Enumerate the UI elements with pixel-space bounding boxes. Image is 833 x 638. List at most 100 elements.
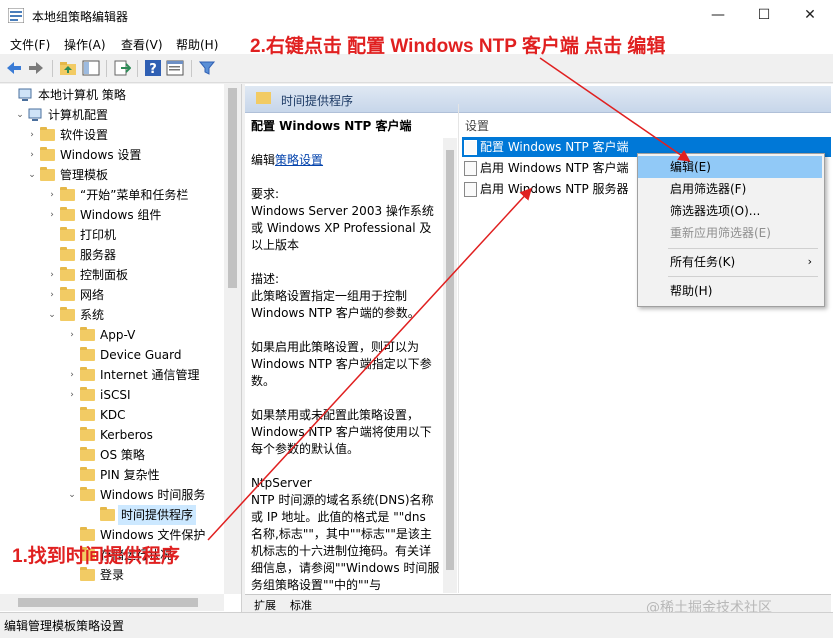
chevron-down-icon[interactable]: ⌄ — [46, 305, 58, 325]
menu-action[interactable]: 操作(A) — [64, 36, 106, 53]
chevron-right-icon[interactable]: › — [66, 325, 78, 345]
description-ntpserver: NtpServer NTP 时间源的域名系统(DNS)名称或 IP 地址。此值的… — [251, 476, 440, 592]
help-icon[interactable]: ? — [144, 59, 162, 77]
description-enabled: 如果启用此策略设置，则可以为 Windows NTP 客户端指定以下参数。 — [251, 340, 432, 388]
status-text: 编辑管理模板策略设置 — [4, 619, 125, 633]
folder-icon — [80, 387, 95, 401]
context-menu-separator — [668, 248, 818, 249]
details-header-title: 时间提供程序 — [281, 94, 354, 108]
folder-icon — [60, 287, 75, 301]
annotation-step-1: 1.找到时间提供程序 — [12, 546, 180, 567]
tree-node-label: 软件设置 — [60, 128, 109, 142]
chevron-right-icon[interactable]: › — [46, 205, 58, 225]
folder-icon — [80, 327, 95, 341]
tab-standard[interactable]: 标准 — [290, 597, 312, 613]
tree-node-label: Windows 时间服务 — [100, 488, 206, 502]
context-menu-help[interactable]: 帮助(H) — [638, 280, 822, 302]
folder-icon — [80, 407, 95, 421]
folder-icon — [80, 527, 95, 541]
description-scroll-thumb[interactable] — [446, 150, 454, 570]
folder-icon — [60, 247, 75, 261]
close-button[interactable]: ✕ — [787, 0, 833, 31]
minimize-button[interactable]: — — [695, 0, 741, 31]
context-menu-label: 帮助(H) — [670, 284, 713, 298]
edit-policy-line: 编辑策略设置 — [251, 152, 441, 169]
folder-icon — [60, 207, 75, 221]
context-menu-label: 编辑(E) — [670, 160, 711, 174]
tree-node-label: Internet 通信管理 — [100, 368, 200, 382]
edit-policy-link[interactable]: 策略设置 — [275, 153, 323, 167]
forward-icon[interactable] — [27, 59, 45, 77]
chevron-right-icon[interactable]: › — [66, 385, 78, 405]
toolbar-separator — [106, 60, 107, 77]
setting-label: 启用 Windows NTP 服务器 — [480, 182, 629, 196]
chevron-right-icon[interactable]: › — [46, 285, 58, 305]
folder-icon — [80, 447, 95, 461]
toolbar-separator — [52, 60, 53, 77]
description-disabled: 如果禁用或未配置此策略设置，Windows NTP 客户端将使用以下每个参数的默… — [251, 408, 432, 456]
setting-label: 配置 Windows NTP 客户端 — [480, 140, 629, 154]
annotation-step-2: 2.右键点击 配置 Windows NTP 客户端 点击 编辑 — [250, 36, 666, 57]
context-menu-label: 启用筛选器(F) — [670, 182, 747, 196]
chevron-right-icon[interactable]: › — [66, 365, 78, 385]
folder-icon — [80, 467, 95, 481]
context-menu-edit[interactable]: 编辑(E) — [638, 156, 822, 178]
up-folder-icon[interactable] — [59, 59, 77, 77]
tree-node-label: 时间提供程序 — [118, 505, 197, 525]
maximize-button[interactable]: ☐ — [741, 0, 787, 31]
tree-node-label: 系统 — [80, 308, 105, 322]
menu-help[interactable]: 帮助(H) — [176, 36, 218, 53]
folder-icon — [60, 267, 75, 281]
menu-file[interactable]: 文件(F) — [10, 36, 50, 53]
chevron-down-icon[interactable]: ⌄ — [14, 105, 26, 125]
menu-view[interactable]: 查看(V) — [121, 36, 163, 53]
tree-node-label: “开始”菜单和任务栏 — [80, 188, 189, 202]
computer-icon — [18, 88, 32, 101]
filter-icon[interactable] — [198, 59, 216, 77]
export-list-icon[interactable] — [113, 59, 131, 77]
context-menu-all-tasks[interactable]: 所有任务(K) › — [638, 251, 822, 273]
context-menu-filter-options[interactable]: 筛选器选项(O)... — [638, 200, 822, 222]
folder-icon — [60, 227, 75, 241]
tree-horizontal-scroll-thumb[interactable] — [18, 598, 198, 607]
chevron-right-icon: › — [807, 255, 812, 268]
tree-node-label: 服务器 — [80, 248, 117, 262]
back-icon[interactable] — [5, 59, 23, 77]
computer-icon — [28, 108, 42, 121]
tree-node-label: 登录 — [100, 568, 125, 582]
chevron-right-icon[interactable]: › — [26, 145, 38, 165]
show-hide-tree-icon[interactable] — [82, 59, 100, 77]
policy-setting-icon — [464, 161, 477, 176]
description-panel: 配置 Windows NTP 客户端 编辑策略设置 要求: Windows Se… — [251, 118, 441, 593]
folder-icon — [80, 487, 95, 501]
tree-node-label: OS 策略 — [100, 448, 145, 462]
context-menu-label: 筛选器选项(O)... — [670, 204, 761, 218]
folder-icon — [80, 367, 95, 381]
folder-icon — [60, 307, 75, 321]
properties-icon[interactable] — [166, 59, 184, 77]
chevron-down-icon[interactable]: ⌄ — [26, 165, 38, 185]
tree-node-label: 计算机配置 — [48, 108, 109, 122]
folder-icon — [60, 187, 75, 201]
folder-icon — [40, 147, 55, 161]
window-title: 本地组策略编辑器 — [32, 10, 129, 24]
tab-extended[interactable]: 扩展 — [254, 597, 276, 613]
tree-vertical-scroll-thumb[interactable] — [228, 88, 237, 288]
policy-setting-icon — [464, 140, 477, 155]
settings-column-header[interactable]: 设置 — [465, 117, 489, 134]
chevron-down-icon[interactable]: ⌄ — [66, 485, 78, 505]
folder-icon — [100, 507, 115, 521]
edit-prefix: 编辑 — [251, 153, 276, 167]
chevron-right-icon[interactable]: › — [46, 265, 58, 285]
tree-node-label: Windows 设置 — [60, 148, 142, 162]
group-policy-app-icon — [8, 8, 24, 23]
setting-label: 启用 Windows NTP 客户端 — [480, 161, 629, 175]
tree-node-label: KDC — [100, 408, 126, 422]
description-text: 描述: 此策略设置指定一组用于控制 Windows NTP 客户端的参数。 — [251, 272, 420, 320]
context-menu-enable-filter[interactable]: 启用筛选器(F) — [638, 178, 822, 200]
chevron-right-icon[interactable]: › — [46, 185, 58, 205]
folder-icon — [40, 167, 55, 181]
chevron-right-icon[interactable]: › — [26, 125, 38, 145]
context-menu-label: 所有任务(K) — [670, 255, 736, 269]
svg-text:?: ? — [149, 62, 157, 77]
